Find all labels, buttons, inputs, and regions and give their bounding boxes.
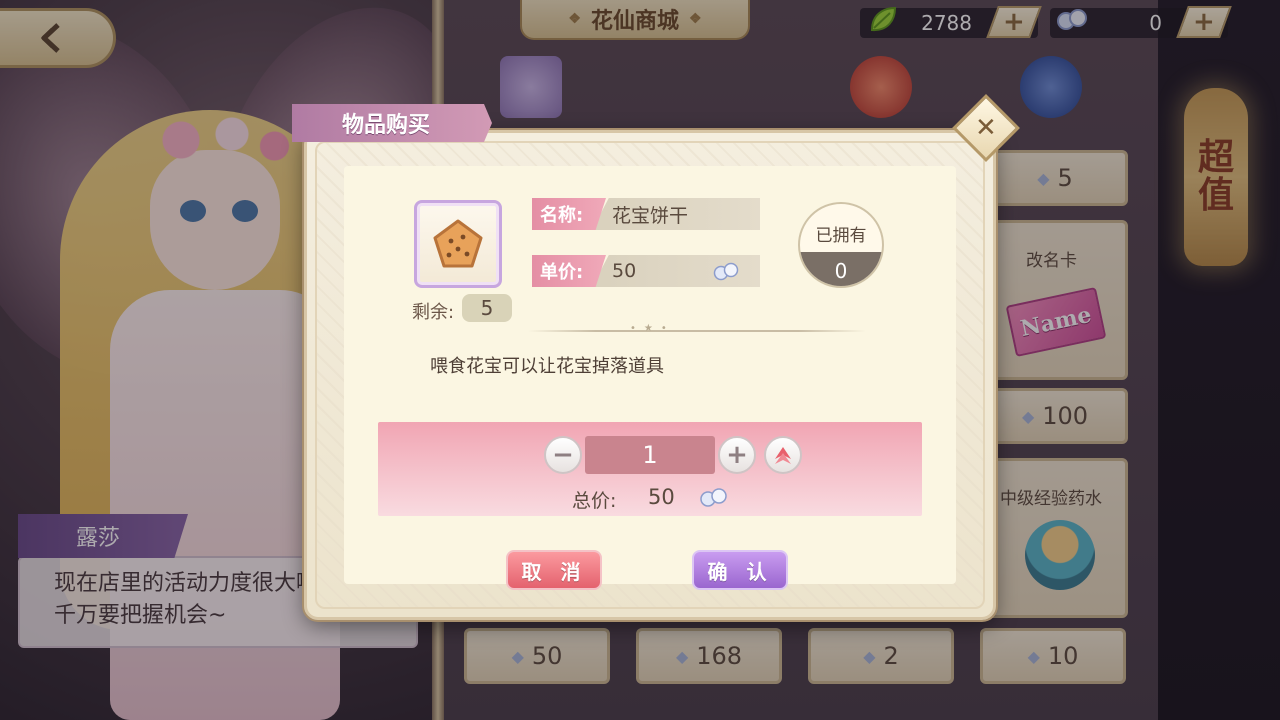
item-name-row: 花宝饼干 名称:	[532, 198, 760, 230]
close-icon: ✕	[975, 112, 997, 143]
remaining-label: 剩余:	[412, 302, 455, 323]
increase-quantity-button[interactable]: +	[718, 436, 756, 474]
remaining-value: 5	[462, 294, 512, 322]
max-quantity-button[interactable]	[764, 436, 802, 474]
unit-price-label: 单价:	[532, 255, 606, 287]
item-icon-frame	[414, 200, 502, 288]
item-name-label: 名称:	[532, 198, 606, 230]
decrease-quantity-button[interactable]: −	[544, 436, 582, 474]
owned-count-badge: 已拥有 0	[798, 202, 884, 288]
divider	[528, 330, 866, 332]
cancel-button[interactable]: 取 消	[506, 550, 602, 590]
diamond-icon	[713, 262, 739, 281]
item-name-value: 花宝饼干	[592, 198, 760, 230]
total-price-label: 总价:	[572, 490, 617, 512]
plus-icon: +	[726, 440, 748, 470]
arrow-up-icon	[775, 447, 791, 464]
dialog-title-text: 物品购买	[342, 113, 431, 138]
divider-ornament: •★•	[630, 323, 675, 334]
cookie-icon	[433, 219, 483, 268]
minus-icon: −	[552, 440, 574, 470]
quantity-input[interactable]: 1	[585, 436, 715, 474]
unit-price-row: 50 单价:	[532, 255, 760, 287]
item-description: 喂食花宝可以让花宝掉落道具	[430, 356, 664, 377]
confirm-button[interactable]: 确 认	[692, 550, 788, 590]
total-price-value: 50	[648, 485, 675, 509]
diamond-icon	[700, 488, 727, 507]
dialog-title: 物品购买	[292, 104, 492, 142]
